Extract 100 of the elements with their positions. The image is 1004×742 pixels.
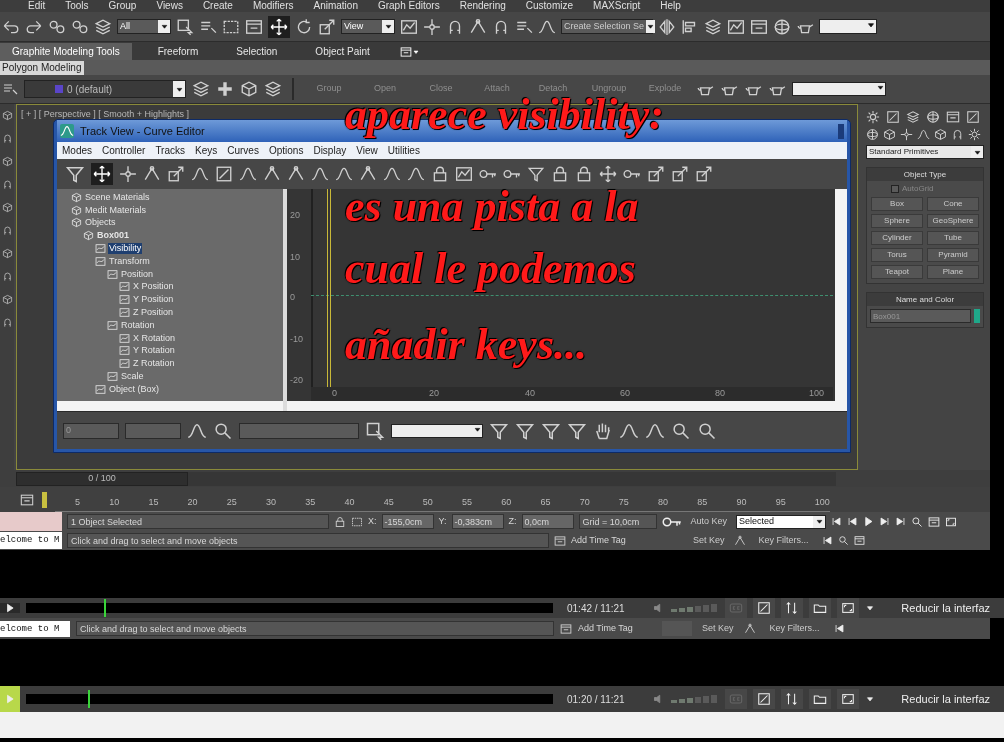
snap-magnet-icon[interactable] (1, 225, 13, 236)
curve-icon[interactable] (383, 165, 401, 183)
tree-item[interactable]: Scale (120, 371, 145, 383)
primitive-button[interactable]: Teapot (871, 265, 923, 279)
menu-item[interactable]: Keys (195, 143, 218, 158)
menu-item[interactable]: Views (156, 0, 183, 12)
folder-icon[interactable] (813, 601, 827, 615)
pivot-icon[interactable] (900, 128, 913, 141)
graph-window-icon[interactable] (400, 17, 418, 36)
caret-icon[interactable] (865, 694, 875, 704)
checkbox[interactable] (891, 185, 899, 193)
layers-icon[interactable] (94, 17, 112, 36)
progress-marker[interactable] (87, 690, 90, 708)
menu-item[interactable]: Utilities (387, 143, 420, 158)
play-button[interactable] (0, 603, 20, 613)
zoom-icon[interactable] (213, 420, 233, 441)
mirror-icon[interactable] (658, 17, 676, 36)
primitive-button[interactable]: GeoSphere (927, 214, 979, 228)
coordinate-field[interactable]: -0,383cm (451, 514, 504, 529)
lock-icon[interactable] (431, 165, 449, 183)
tree-item[interactable]: Z Rotation (132, 358, 176, 370)
menu-item[interactable]: Tools (65, 0, 89, 12)
rotate-icon[interactable] (295, 17, 313, 36)
lock-icon[interactable] (334, 515, 346, 528)
track-icon[interactable] (119, 307, 130, 319)
menu-item[interactable]: Curves (227, 143, 259, 158)
tree-item[interactable]: Visibility (108, 243, 143, 255)
dropdown[interactable] (819, 19, 877, 34)
scale-icon[interactable] (671, 165, 689, 183)
snap-magnet-icon[interactable] (1, 179, 13, 190)
menu-item[interactable]: Animation (313, 0, 358, 12)
primitives-dropdown[interactable]: Standard Primitives (866, 145, 984, 159)
track-icon[interactable] (119, 294, 130, 306)
window-icon[interactable] (20, 492, 34, 507)
edit-icon[interactable] (966, 110, 980, 124)
tangent-icon[interactable] (143, 165, 161, 183)
menu-item[interactable]: Options (268, 143, 304, 158)
curve-icon[interactable] (407, 165, 425, 183)
snap-magnet-icon[interactable] (1, 317, 13, 328)
snap-magnet-icon[interactable] (951, 128, 964, 141)
tangent-icon[interactable] (263, 165, 281, 183)
scale-icon[interactable] (318, 17, 336, 36)
sphere-icon[interactable] (926, 110, 940, 124)
track-icon[interactable] (119, 332, 130, 344)
menu-item[interactable]: Tracks (155, 143, 185, 158)
volume-meter-drawing[interactable] (671, 695, 719, 703)
zoom-icon[interactable] (697, 420, 717, 441)
filter-icon[interactable] (527, 165, 545, 183)
value-field[interactable] (125, 422, 181, 439)
cube-icon[interactable] (1, 248, 13, 259)
coordinate-field[interactable]: -155,0cm (381, 514, 434, 529)
fullscreen-icon[interactable] (945, 515, 958, 528)
tree-item[interactable]: Z Position (132, 307, 175, 319)
layer-dropdown[interactable]: 0 (default) (24, 80, 186, 98)
menu-item[interactable]: Create (202, 0, 233, 12)
zoom-icon[interactable] (671, 420, 691, 441)
caret-icon[interactable] (411, 48, 420, 56)
tangent-icon[interactable] (287, 165, 305, 183)
primitive-button[interactable]: Cylinder (871, 231, 923, 245)
select-by-name-icon[interactable] (2, 81, 18, 97)
tree-item[interactable]: Objects (84, 217, 117, 229)
layers-icon[interactable] (704, 17, 722, 36)
key-filters-button[interactable]: Key Filters... (750, 533, 817, 548)
skip-back-icon[interactable] (833, 623, 845, 634)
select-object-icon[interactable] (365, 420, 385, 441)
tree-item[interactable]: Rotation (120, 319, 156, 331)
menu-item[interactable]: Modifiers (252, 0, 294, 12)
sphere-icon[interactable] (773, 17, 791, 36)
track-icon[interactable] (107, 319, 118, 331)
ribbon-tab[interactable]: Graphite Modeling Tools (0, 43, 132, 60)
window-icon[interactable] (560, 622, 572, 635)
menu-item[interactable]: MAXScript (593, 0, 641, 12)
primitive-button[interactable]: Tube (927, 231, 979, 245)
set-key-button[interactable]: Set Key (689, 533, 729, 548)
edit-icon[interactable] (886, 110, 900, 124)
caret-icon[interactable] (159, 22, 169, 31)
tree-item[interactable]: Scene Materials (84, 191, 151, 203)
ribbon-tab[interactable]: Object Paint (303, 43, 382, 60)
window-icon[interactable] (946, 110, 960, 124)
primitive-button[interactable]: Sphere (871, 214, 923, 228)
menu-item[interactable]: Modes (62, 143, 92, 158)
tangent-icon[interactable] (733, 534, 746, 547)
edit-icon[interactable] (215, 165, 233, 183)
frame-counter-handle[interactable]: 0 / 100 (16, 471, 188, 486)
primitive-button[interactable]: Torus (871, 248, 923, 262)
zoom-icon[interactable] (911, 515, 924, 528)
skip-back-icon[interactable] (831, 516, 843, 527)
tree-item[interactable]: Object (Box) (108, 383, 160, 395)
skip-back-icon[interactable] (847, 516, 859, 527)
lock-icon[interactable] (551, 165, 569, 183)
window-icon[interactable] (554, 534, 566, 547)
menu-item[interactable]: Display (313, 143, 347, 158)
caret-icon[interactable] (646, 22, 656, 31)
track-icon[interactable] (107, 268, 118, 280)
menu-item[interactable]: View (356, 143, 378, 158)
set-key-button[interactable]: Set Key (698, 621, 738, 636)
play-icon[interactable] (5, 603, 15, 613)
key-filters-button[interactable]: Key Filters... (761, 621, 828, 636)
coordinate-field[interactable]: 0,0cm (521, 514, 574, 529)
primitive-button[interactable]: Cone (927, 197, 979, 211)
